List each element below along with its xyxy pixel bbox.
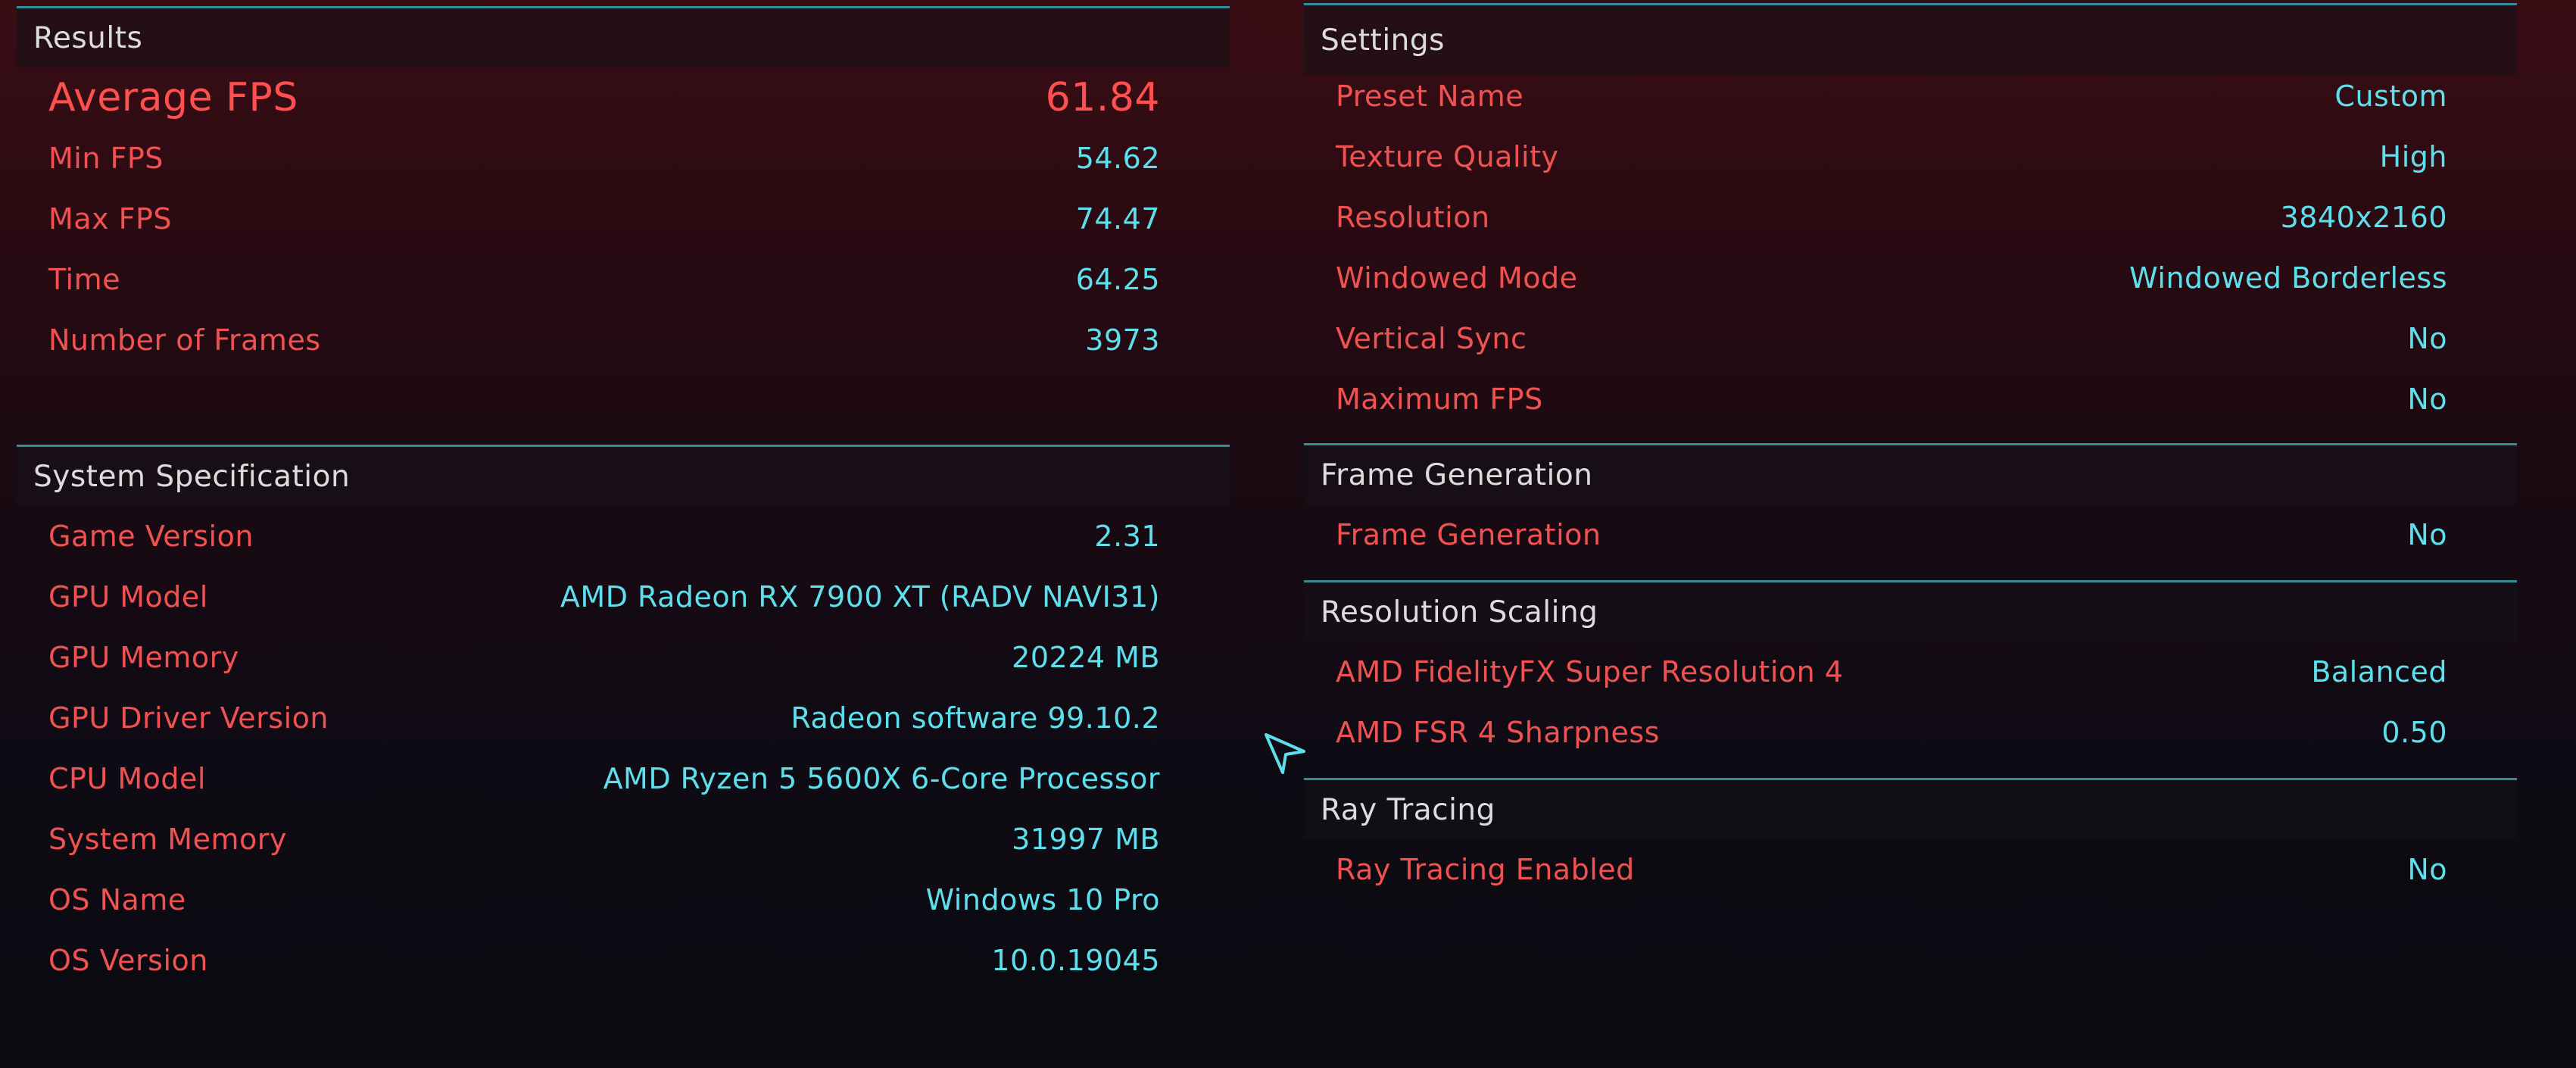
frame-generation-header: Frame Generation	[1304, 445, 2517, 504]
frame-generation-row: Frame Generation No	[1336, 504, 2447, 565]
result-value: 64.25	[1075, 263, 1160, 296]
resolution-scaling-row: AMD FidelityFX Super Resolution 4 Balanc…	[1336, 642, 2447, 702]
results-title: Results	[33, 20, 143, 55]
results-header: Results	[17, 8, 1230, 67]
spec-value: AMD Ryzen 5 5600X 6-Core Processor	[603, 762, 1160, 795]
resolution-scaling-title: Resolution Scaling	[1321, 595, 1598, 629]
spec-row: GPU Model AMD Radeon RX 7900 XT (RADV NA…	[48, 567, 1160, 627]
spec-label: GPU Memory	[48, 641, 239, 674]
spec-row: OS Name Windows 10 Pro	[48, 870, 1160, 930]
result-value: 54.62	[1075, 142, 1160, 175]
spec-row: Game Version 2.31	[48, 506, 1160, 567]
results-panel: Results Average FPS 61.84 Min FPS 54.62 …	[17, 6, 1230, 370]
setting-row: Preset Name Custom	[1336, 66, 2447, 126]
setting-label: Vertical Sync	[1336, 322, 1527, 355]
result-value: 74.47	[1075, 202, 1160, 236]
setting-row: Maximum FPS No	[1336, 369, 2447, 429]
spec-row: GPU Memory 20224 MB	[48, 627, 1160, 688]
frame-generation-value: No	[2407, 518, 2447, 551]
spec-value: Radeon software 99.10.2	[791, 701, 1160, 735]
pointer-arrow-icon	[1265, 733, 1305, 774]
setting-label: Resolution	[1336, 201, 1490, 234]
spec-value: 20224 MB	[1012, 641, 1160, 674]
resolution-scaling-row: AMD FSR 4 Sharpness 0.50	[1336, 702, 2447, 763]
spec-value: AMD Radeon RX 7900 XT (RADV NAVI31)	[560, 580, 1160, 614]
setting-label: Texture Quality	[1336, 140, 1559, 173]
setting-value: 3840x2160	[2280, 201, 2447, 234]
spec-row: OS Version 10.0.19045	[48, 930, 1160, 991]
setting-value: Windowed Borderless	[2129, 261, 2447, 295]
setting-row: Resolution 3840x2160	[1336, 187, 2447, 248]
spec-row: GPU Driver Version Radeon software 99.10…	[48, 688, 1160, 748]
spec-label: OS Version	[48, 944, 208, 977]
setting-value: No	[2407, 383, 2447, 416]
ray-tracing-title: Ray Tracing	[1321, 792, 1495, 827]
result-row: Max FPS 74.47	[48, 189, 1160, 249]
setting-row: Texture Quality High	[1336, 126, 2447, 187]
setting-row: Windowed Mode Windowed Borderless	[1336, 248, 2447, 308]
resolution-scaling-panel: Resolution Scaling AMD FidelityFX Super …	[1304, 580, 2517, 763]
ray-tracing-panel: Ray Tracing Ray Tracing Enabled No	[1304, 778, 2517, 900]
spec-row: System Memory 31997 MB	[48, 809, 1160, 870]
setting-row: Vertical Sync No	[1336, 308, 2447, 369]
settings-header: Settings	[1304, 5, 2517, 75]
ray-tracing-header: Ray Tracing	[1304, 780, 2517, 839]
settings-title: Settings	[1321, 23, 1445, 58]
spec-value: 31997 MB	[1012, 823, 1160, 856]
resolution-scaling-value: Balanced	[2311, 655, 2447, 689]
spec-value: Windows 10 Pro	[925, 883, 1160, 917]
setting-label: Maximum FPS	[1336, 383, 1543, 416]
resolution-scaling-label: AMD FSR 4 Sharpness	[1336, 716, 1660, 749]
result-row: Min FPS 54.62	[48, 128, 1160, 189]
spec-row: CPU Model AMD Ryzen 5 5600X 6-Core Proce…	[48, 748, 1160, 809]
spec-label: System Memory	[48, 823, 287, 856]
setting-value: High	[2379, 140, 2447, 173]
ray-tracing-rows: Ray Tracing Enabled No	[1304, 839, 2447, 900]
spec-label: GPU Model	[48, 580, 208, 614]
settings-rows: Preset Name Custom Texture Quality High …	[1304, 66, 2447, 429]
spec-label: GPU Driver Version	[48, 701, 329, 735]
spec-label: Game Version	[48, 520, 254, 553]
settings-panel: Settings Preset Name Custom Texture Qual…	[1304, 3, 2517, 429]
spec-value: 2.31	[1094, 520, 1160, 553]
setting-label: Windowed Mode	[1336, 261, 1578, 295]
system-specification-title: System Specification	[33, 459, 351, 494]
resolution-scaling-label: AMD FidelityFX Super Resolution 4	[1336, 655, 1844, 689]
spec-value: 10.0.19045	[991, 944, 1160, 977]
ray-tracing-label: Ray Tracing Enabled	[1336, 853, 1635, 886]
setting-value: Custom	[2334, 80, 2447, 113]
average-fps-row: Average FPS 61.84	[48, 67, 1160, 128]
ray-tracing-row: Ray Tracing Enabled No	[1336, 839, 2447, 900]
average-fps-value: 61.84	[1045, 75, 1160, 120]
setting-value: No	[2407, 322, 2447, 355]
average-fps-label: Average FPS	[48, 75, 298, 120]
resolution-scaling-rows: AMD FidelityFX Super Resolution 4 Balanc…	[1304, 642, 2447, 763]
results-rows: Average FPS 61.84 Min FPS 54.62 Max FPS …	[17, 67, 1160, 370]
result-label: Number of Frames	[48, 323, 321, 357]
result-label: Max FPS	[48, 202, 173, 236]
frame-generation-title: Frame Generation	[1321, 457, 1593, 492]
system-rows: Game Version 2.31 GPU Model AMD Radeon R…	[17, 506, 1160, 991]
frame-generation-rows: Frame Generation No	[1304, 504, 2447, 565]
spec-label: OS Name	[48, 883, 186, 917]
resolution-scaling-header: Resolution Scaling	[1304, 582, 2517, 642]
result-row: Time 64.25	[48, 249, 1160, 310]
ray-tracing-value: No	[2407, 853, 2447, 886]
resolution-scaling-value: 0.50	[2381, 716, 2447, 749]
result-label: Time	[48, 263, 120, 296]
result-value: 3973	[1085, 323, 1160, 357]
setting-label: Preset Name	[1336, 80, 1524, 113]
result-row: Number of Frames 3973	[48, 310, 1160, 370]
system-specification-header: System Specification	[17, 447, 1230, 506]
frame-generation-panel: Frame Generation Frame Generation No	[1304, 443, 2517, 565]
frame-generation-label: Frame Generation	[1336, 518, 1601, 551]
system-specification-panel: System Specification Game Version 2.31 G…	[17, 445, 1230, 991]
spec-label: CPU Model	[48, 762, 206, 795]
result-label: Min FPS	[48, 142, 164, 175]
